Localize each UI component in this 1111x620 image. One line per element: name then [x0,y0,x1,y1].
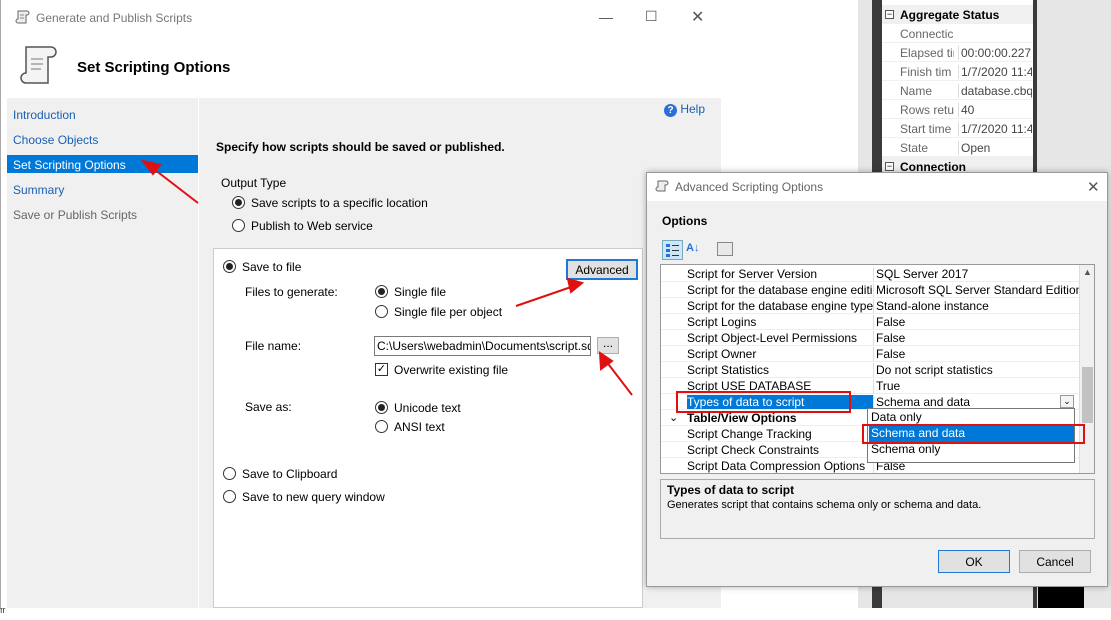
arrowhead-icon [566,277,585,294]
arrow-to-nav [149,165,199,204]
arrow-to-advanced [515,285,575,307]
annotation-arrows [140,159,633,396]
arrow-to-browse [605,360,633,396]
